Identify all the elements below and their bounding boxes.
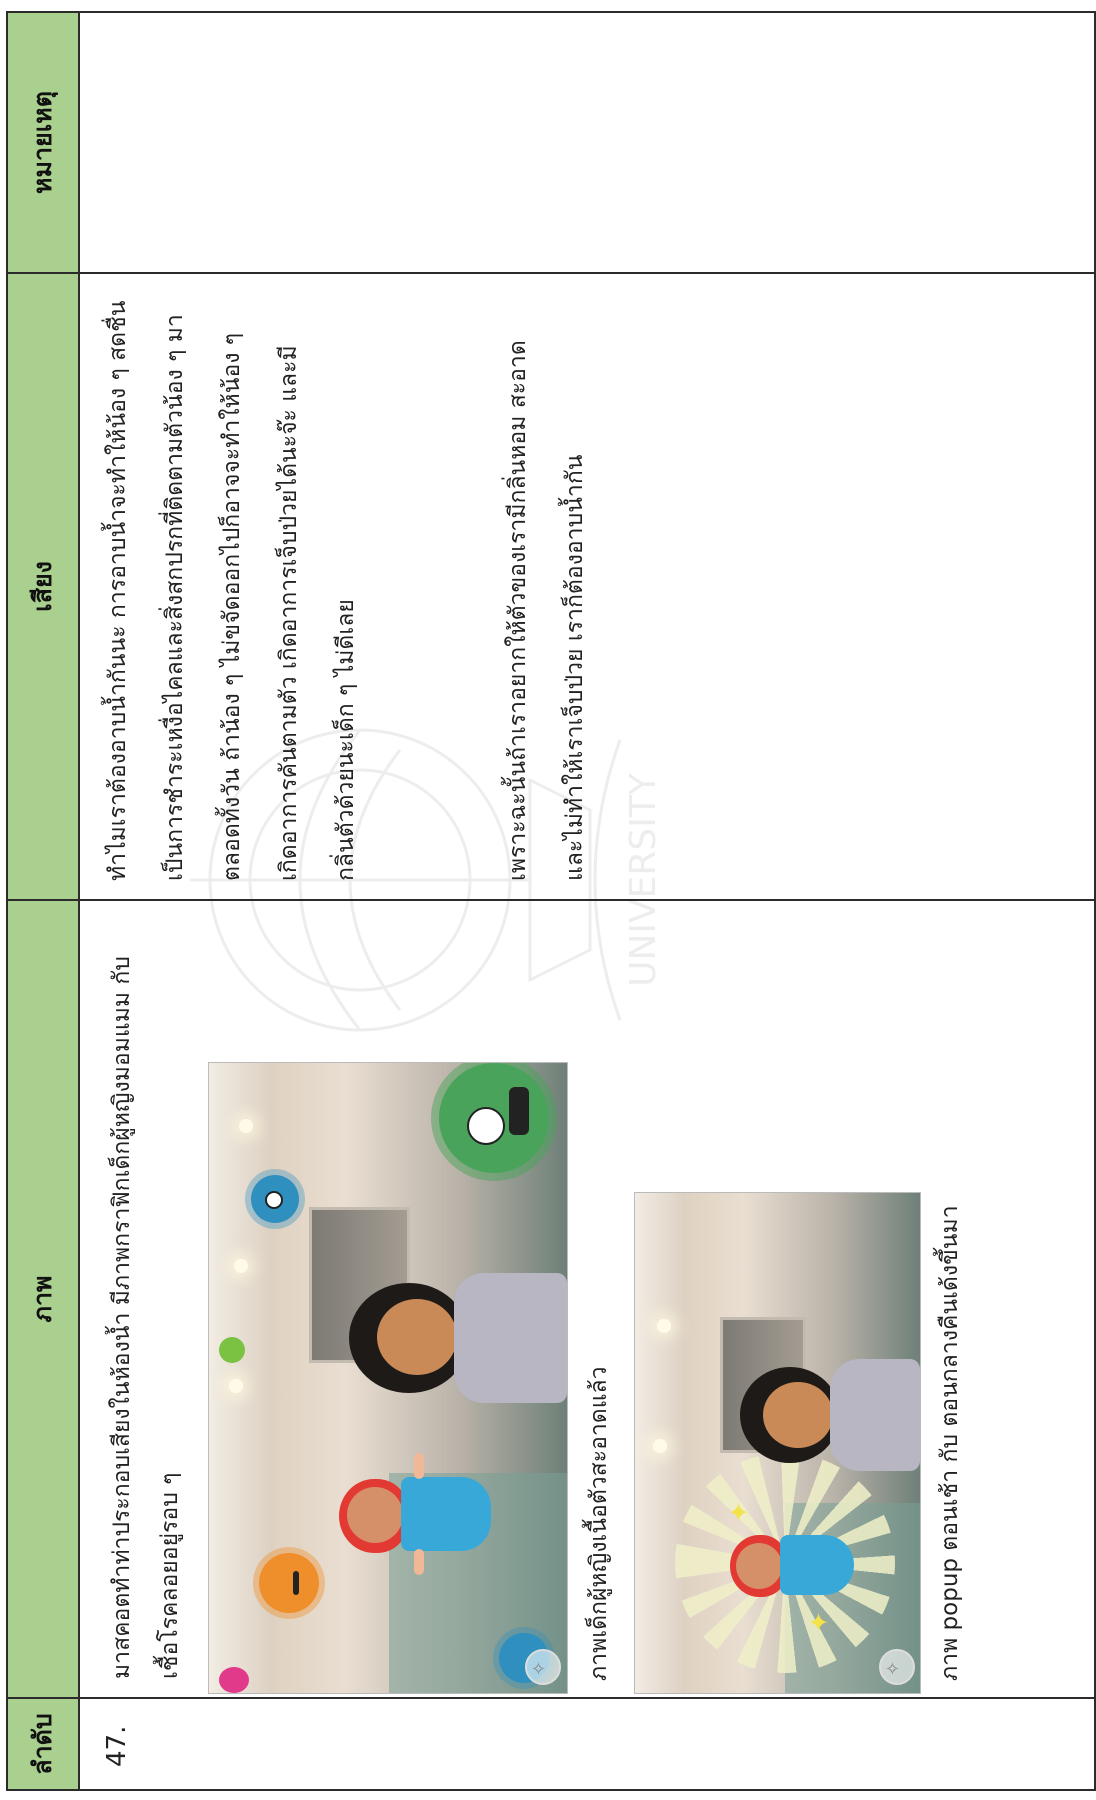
cell-voice: ทำไมเราต้องอาบน้ำกันนะ การอาบน้ำจะทำให้น… [79, 273, 1095, 900]
sparkle-icon: ✦ [805, 1611, 835, 1633]
cell-number: 47. [79, 1698, 1095, 1790]
bathroom-scene-germs [208, 1062, 568, 1694]
cell-image: มาสคอตทำท่าประกอบเสียงในห้องน้ำ มีภาพกรา… [79, 900, 1095, 1698]
image-description-2: ภาพเด็กผู้หญิงเนื้อตัวสะอาดแล้ว [586, 1366, 612, 1681]
storyboard-table: ลำดับ ภาพ เสียง หมายเหตุ 47. มาสคอตทำท่า… [6, 11, 1096, 1791]
bathroom-scene-clean: ✦ ✦ [634, 1192, 921, 1694]
sparkle-icon: ✦ [725, 1501, 755, 1523]
voice-line: กลิ่นตัวด้วยนะเด็ก ๆ ไม่ดีเลย [333, 599, 359, 881]
table-row: 47. มาสคอตทำท่าประกอบเสียงในห้องน้ำ มีภา… [79, 12, 1095, 1790]
header-voice: เสียง [7, 273, 79, 900]
header-note: หมายเหตุ [7, 12, 79, 273]
rotated-page: UNIVERSITY ลำดับ ภาพ เสียง หมายเหตุ 47. … [0, 0, 1096, 1800]
cell-note [79, 12, 1095, 273]
voice-line: ทำไมเราต้องอาบน้ำกันนะ การอาบน้ำจะทำให้น… [105, 300, 131, 881]
image-description-3: ภาพ popup ตอนเช้า กับ ตอนกลางคืนเด้งขึ้น… [937, 1205, 963, 1681]
header-number: ลำดับ [7, 1698, 79, 1790]
image-description-1: มาสคอตทำท่าประกอบเสียงในห้องน้ำ มีภาพกรา… [80, 901, 194, 1697]
header-row: ลำดับ ภาพ เสียง หมายเหตุ [7, 12, 79, 1790]
germ-icon [439, 1063, 549, 1173]
germ-icon [219, 1337, 245, 1363]
voice-text: ทำไมเราต้องอาบน้ำกันนะ การอาบน้ำจะทำให้น… [80, 274, 604, 899]
germ-icon [219, 1667, 249, 1693]
voice-line: และไม่ทำให้เราเจ็บป่วย เราก็ต้องอาบน้ำกั… [562, 454, 588, 882]
scene-area: ภาพเด็กผู้หญิงเนื้อตัวสะอาดแล้ว [194, 901, 1094, 1697]
germ-icon [251, 1175, 299, 1223]
image-description-1-line-2: เชื้อโรคลอยอยู่รอบ ๆ [157, 1472, 183, 1679]
voice-line: ตลอดทั้งวัน ถ้าน้อง ๆ ไม่ขจัดออกไปก็อาจจ… [219, 332, 245, 881]
navigation-control-icon[interactable] [879, 1649, 915, 1685]
germ-icon [259, 1553, 319, 1613]
voice-line: เกิดอาการคันตามตัว เกิดอาการเจ็บป่วยได้น… [276, 345, 302, 881]
row-number: 47. [102, 1725, 132, 1767]
voice-line: เพราะฉะนั้นถ้าเราอยากให้ตัวของเรามีกลิ่น… [505, 340, 531, 881]
voice-line: เป็นการชำระเหงื่อไคลและสิ่งสกปรกที่ติดตา… [162, 314, 188, 881]
header-image: ภาพ [7, 900, 79, 1698]
image-description-1-line-1: มาสคอตทำท่าประกอบเสียงในห้องน้ำ มีภาพกรา… [109, 956, 135, 1679]
navigation-control-icon[interactable] [525, 1649, 561, 1685]
